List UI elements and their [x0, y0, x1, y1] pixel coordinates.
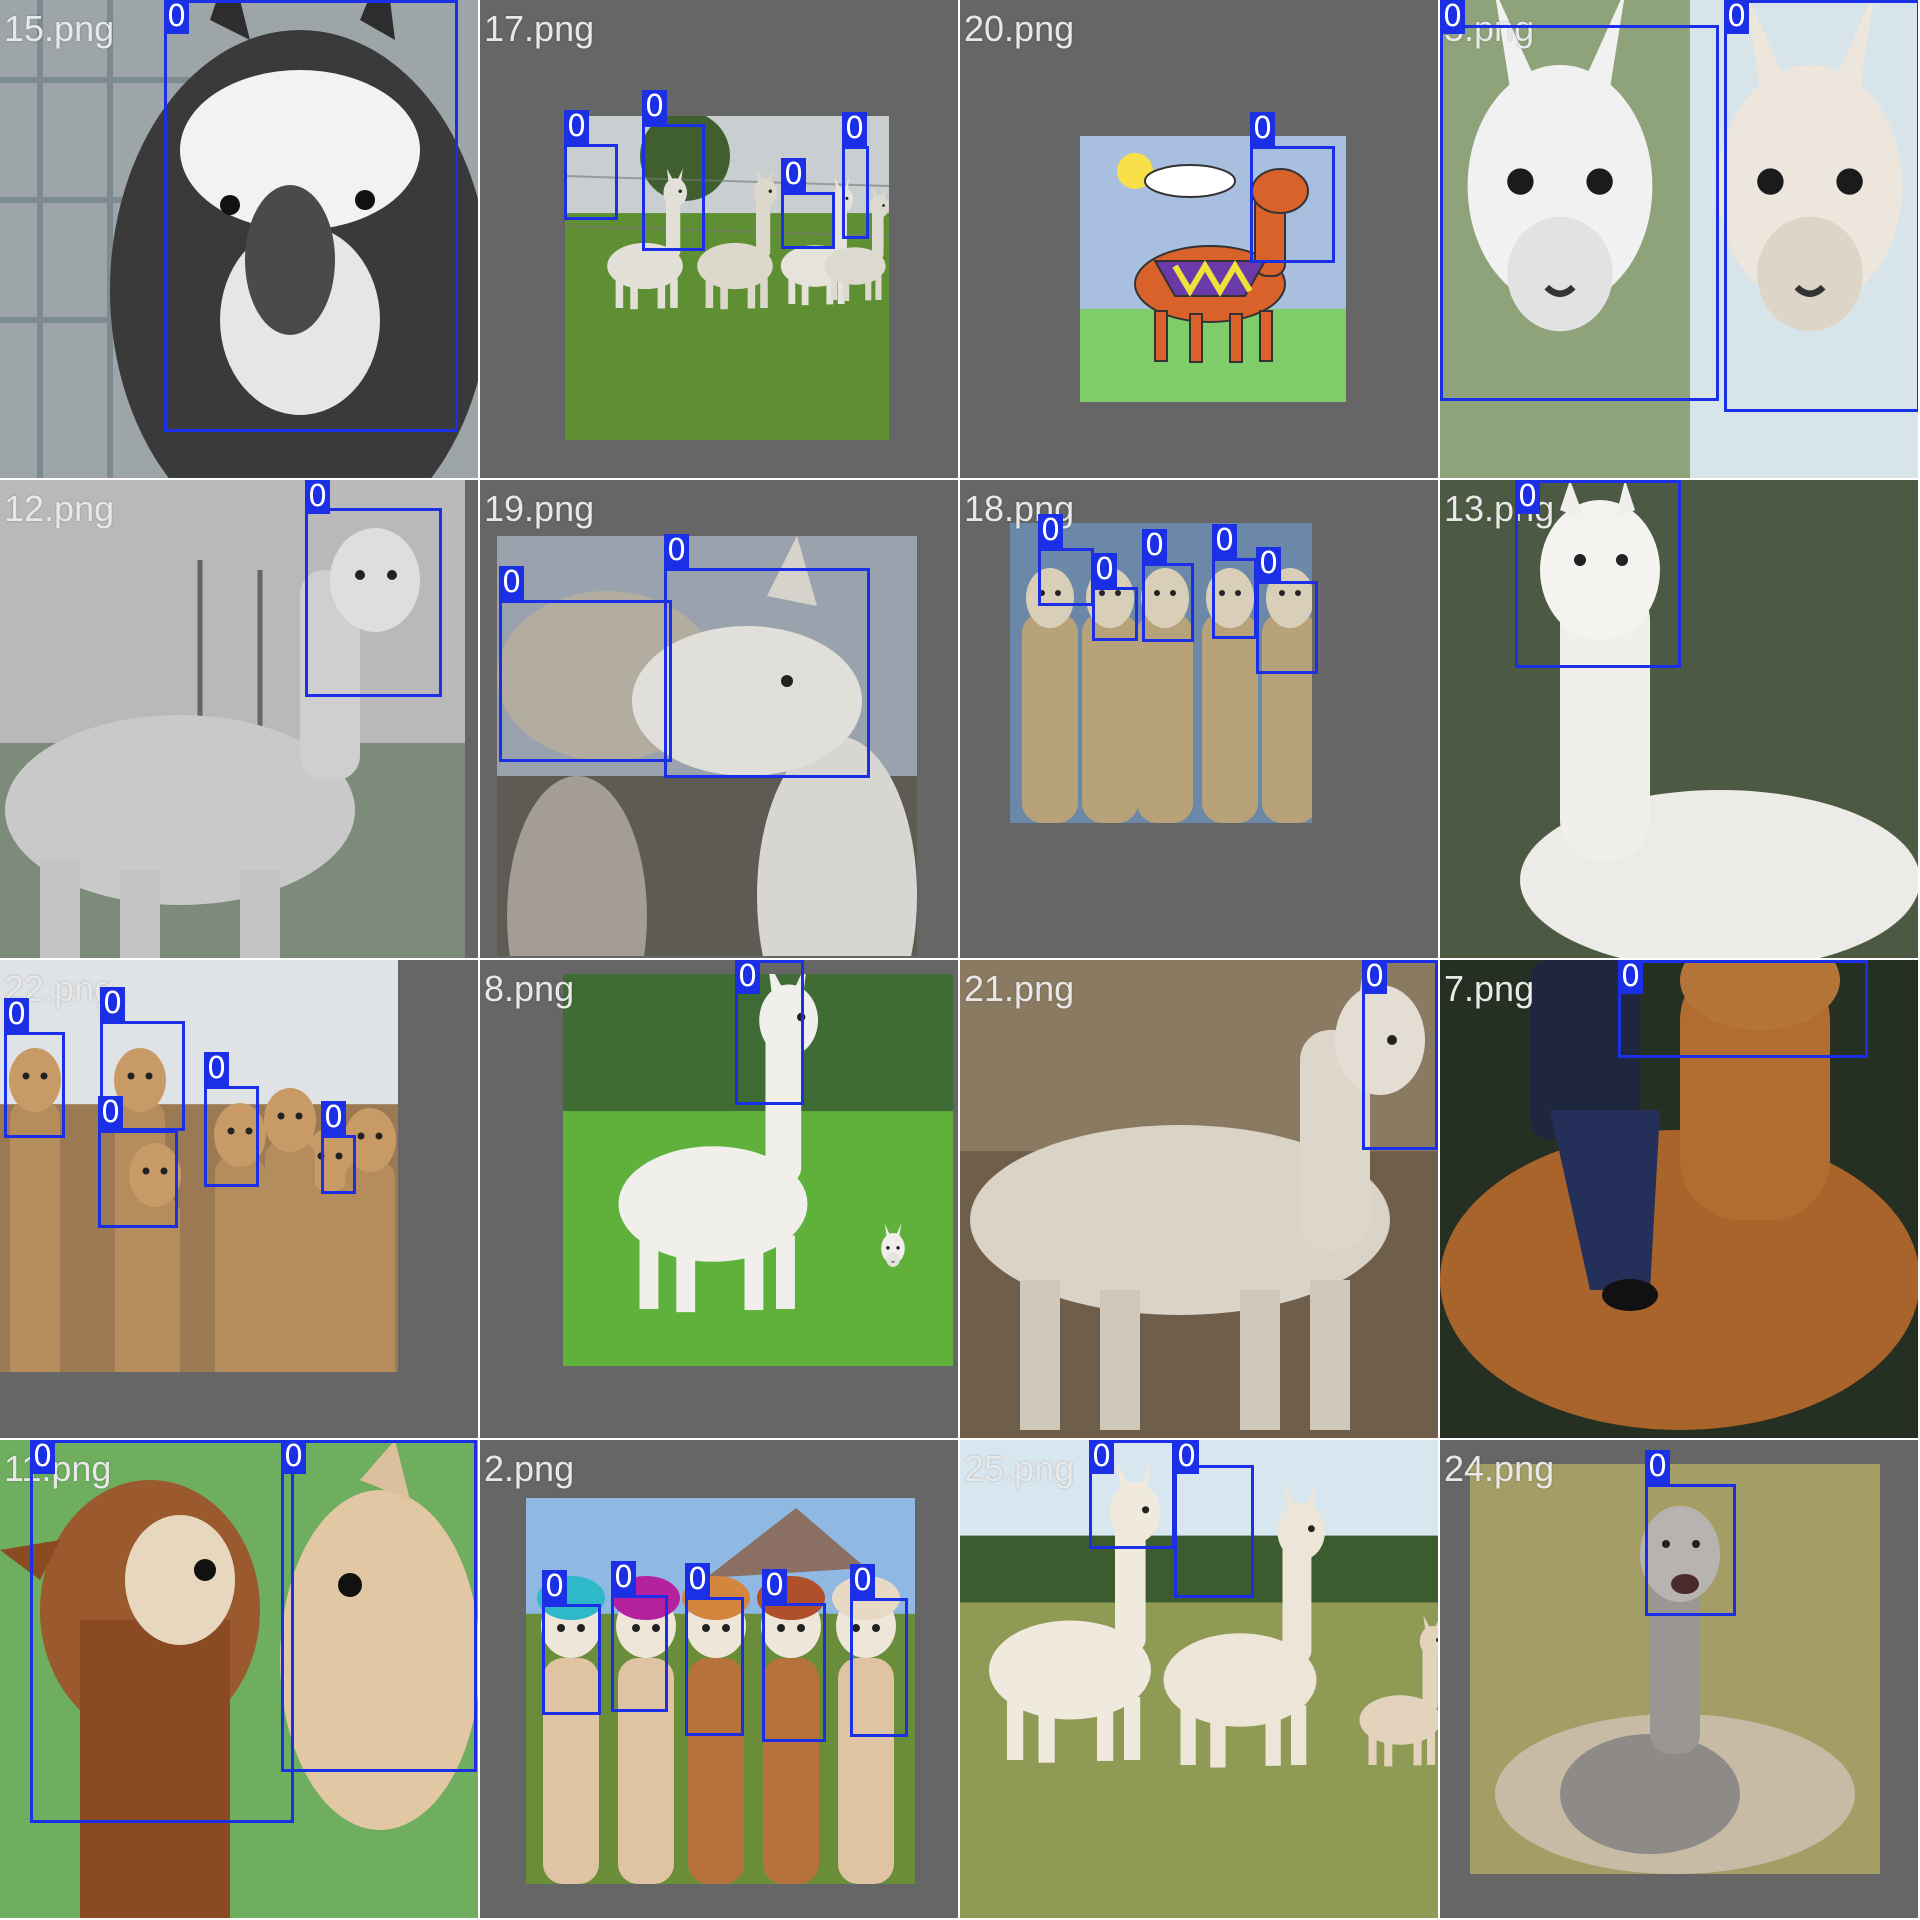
detection-class-label: 0	[685, 1563, 711, 1597]
detection-class-label: 0	[1142, 529, 1168, 563]
detection-box	[4, 1032, 65, 1138]
detection-class-label: 0	[1092, 553, 1118, 587]
detection-class-label: 0	[281, 1440, 307, 1474]
detection-box	[762, 1603, 826, 1742]
detection-class-label: 0	[30, 1440, 56, 1474]
tile-filename: 17.png	[484, 8, 595, 49]
tile-22: 22.png 0 0 0 0 0	[0, 960, 478, 1438]
tile-filename: 7.png	[1444, 968, 1535, 1009]
detection-class-label: 0	[321, 1101, 347, 1135]
tile-filename: 8.png	[484, 968, 575, 1009]
detection-class-label: 0	[1256, 547, 1282, 581]
detection-class-label: 0	[1515, 480, 1541, 514]
detection-box	[1250, 146, 1335, 263]
detection-box	[98, 1130, 178, 1228]
mosaic-grid: 15.png 0 17.png 0 0 0 0 20.png 0 5.png 0…	[0, 0, 1920, 1920]
detection-class-label: 0	[1618, 960, 1644, 994]
tile-8: 8.png 0	[480, 960, 958, 1438]
detection-box	[321, 1135, 356, 1194]
detection-class-label: 0	[762, 1569, 788, 1603]
detection-class-label: 0	[98, 1096, 124, 1130]
detection-class-label: 0	[842, 112, 868, 146]
detection-box	[281, 1440, 477, 1772]
detection-box	[850, 1598, 908, 1737]
tile-19: 19.png 0 0	[480, 480, 958, 958]
detection-class-label: 0	[1724, 0, 1750, 34]
detection-class-label: 0	[164, 0, 190, 34]
tile-filename: 19.png	[484, 488, 595, 529]
tile-filename: 2.png	[484, 1448, 575, 1489]
detection-box	[204, 1086, 259, 1187]
detection-class-label: 0	[735, 960, 761, 994]
detection-box	[564, 144, 618, 220]
detection-box	[664, 568, 870, 778]
tile-5: 5.png 0 0	[1440, 0, 1918, 478]
tile-21: 21.png 0	[960, 960, 1438, 1438]
detection-box	[1038, 548, 1094, 606]
tile-12: 12.png 0	[0, 480, 478, 958]
tile-filename: 20.png	[964, 8, 1075, 49]
detection-box	[1142, 563, 1194, 642]
detection-box	[1618, 960, 1868, 1058]
detection-class-label: 0	[611, 1561, 637, 1595]
tile-2: 2.png 0 0 0 0 0	[480, 1440, 958, 1918]
detection-box	[499, 600, 672, 762]
detection-class-label: 0	[564, 110, 590, 144]
detection-class-label: 0	[664, 534, 690, 568]
detection-box	[781, 192, 835, 249]
detection-box	[611, 1595, 668, 1712]
tile-filename: 21.png	[964, 968, 1075, 1009]
detection-box	[642, 124, 705, 251]
tile-20: 20.png 0	[960, 0, 1438, 478]
detection-box	[1174, 1465, 1254, 1598]
detection-class-label: 0	[542, 1570, 568, 1604]
tile-filename: 24.png	[1444, 1448, 1555, 1489]
detection-box	[542, 1604, 601, 1715]
detection-class-label: 0	[1038, 514, 1064, 548]
detection-box	[1440, 25, 1719, 401]
detection-class-label: 0	[204, 1052, 230, 1086]
tile-filename: 12.png	[4, 488, 115, 529]
detection-class-label: 0	[305, 480, 331, 514]
tile-7: 7.png 0	[1440, 960, 1918, 1438]
detection-class-label: 0	[100, 987, 126, 1021]
detection-class-label: 0	[1174, 1440, 1200, 1474]
tile-filename: 25.png	[964, 1448, 1075, 1489]
detection-class-label: 0	[4, 998, 30, 1032]
detection-class-label: 0	[1440, 0, 1466, 34]
detection-class-label: 0	[781, 158, 807, 192]
detection-box	[305, 508, 442, 697]
tile-filename: 15.png	[4, 8, 115, 49]
detection-box	[1256, 581, 1318, 674]
detection-class-label: 0	[850, 1564, 876, 1598]
detection-box	[842, 146, 869, 239]
detection-class-label: 0	[499, 566, 525, 600]
tile-13: 13.png 0	[1440, 480, 1918, 958]
tile-18: 18.png 0 0 0 0 0	[960, 480, 1438, 958]
detection-box	[685, 1597, 744, 1736]
tile-11: 11.png 0 0	[0, 1440, 478, 1918]
detection-box	[164, 0, 458, 432]
detection-class-label: 0	[1362, 960, 1388, 994]
detection-box	[30, 1440, 294, 1823]
tile-25: 25.png 0 0	[960, 1440, 1438, 1918]
tile-24: 24.png 0	[1440, 1440, 1918, 1918]
detection-class-label: 0	[1212, 524, 1238, 558]
detection-box	[1212, 558, 1257, 639]
tile-15: 15.png 0	[0, 0, 478, 478]
tile-17: 17.png 0 0 0 0	[480, 0, 958, 478]
detection-box	[1092, 587, 1138, 641]
detection-class-label: 0	[1250, 112, 1276, 146]
detection-box	[1645, 1484, 1736, 1616]
detection-class-label: 0	[1645, 1450, 1671, 1484]
detection-class-label: 0	[642, 90, 668, 124]
detection-class-label: 0	[1089, 1440, 1115, 1474]
detection-box	[1724, 0, 1918, 412]
